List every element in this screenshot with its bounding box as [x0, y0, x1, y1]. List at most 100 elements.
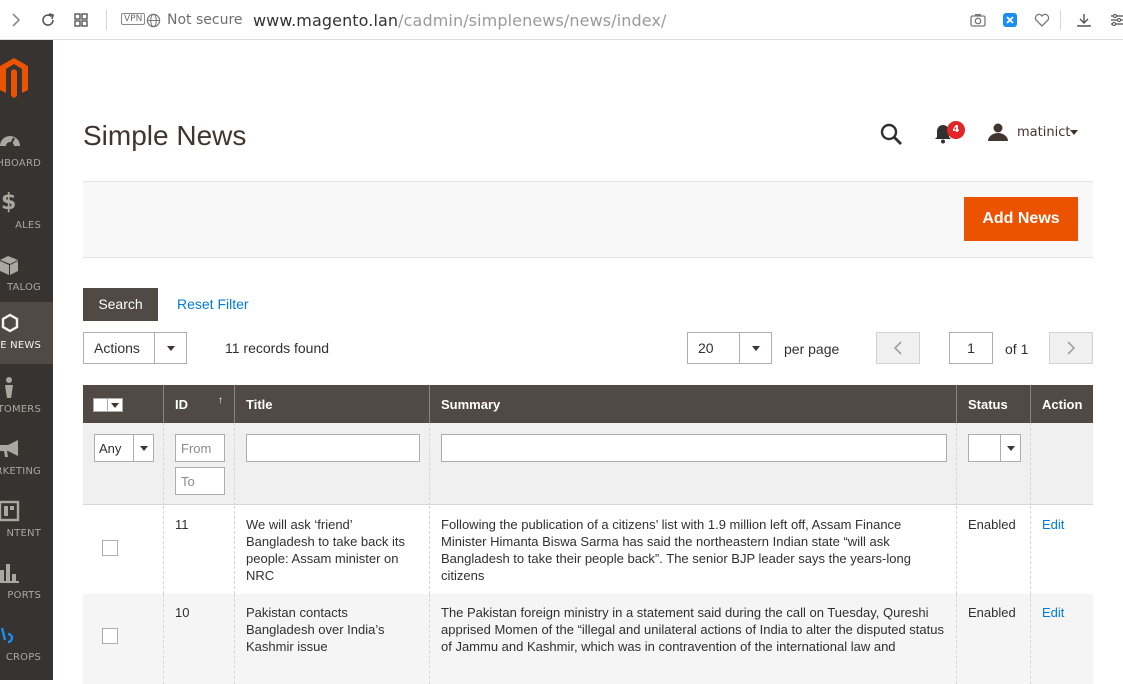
chevron-down-icon[interactable]	[1070, 130, 1078, 135]
column-mass-select[interactable]	[83, 385, 164, 423]
column-header-title[interactable]: Title	[235, 385, 430, 423]
status-cell: Enabled	[957, 594, 1031, 684]
user-menu[interactable]: matinict	[1017, 125, 1070, 140]
summary-cell: The Pakistan foreign ministry in a state…	[430, 594, 957, 684]
per-page-value: 20	[698, 340, 714, 356]
column-label: Title	[246, 397, 273, 412]
sidebar-item-marketing[interactable]: RKETING	[0, 428, 53, 490]
person-icon	[0, 376, 20, 398]
settings-sliders-icon[interactable]	[1110, 0, 1123, 40]
column-label: Summary	[441, 397, 501, 412]
sidebar-item-crops[interactable]: CROPS	[0, 614, 53, 676]
previous-page-button[interactable]	[876, 332, 920, 364]
page-number-input[interactable]: 1	[949, 332, 993, 364]
chevron-down-icon[interactable]	[154, 333, 186, 363]
add-news-button[interactable]: Add News	[964, 197, 1078, 241]
next-page-button[interactable]	[1049, 332, 1093, 364]
title-cell: Pakistan contacts Bangladesh over India’…	[235, 594, 430, 684]
dashboard-icon	[0, 130, 20, 152]
select-filter[interactable]: Any	[94, 434, 154, 462]
user-icon[interactable]	[988, 123, 1008, 141]
title-filter-input[interactable]	[246, 434, 420, 462]
mass-actions-label: Actions	[94, 340, 140, 356]
action-cell: Edit	[1031, 594, 1093, 684]
mass-select-dropdown[interactable]	[93, 398, 123, 412]
id-to-input[interactable]: To	[175, 467, 225, 495]
column-header-status[interactable]: Status	[957, 385, 1031, 423]
notification-count-badge[interactable]: 4	[947, 121, 965, 139]
sidebar-item-label: ALES	[15, 220, 41, 231]
download-icon[interactable]	[1076, 0, 1092, 40]
chevron-down-icon[interactable]	[1000, 435, 1020, 461]
box-icon	[0, 254, 20, 276]
forward-icon[interactable]	[10, 0, 22, 40]
status-cell: Enabled	[957, 506, 1031, 594]
sidebar-item-label: HBOARD	[0, 158, 41, 169]
sidebar-item-dashboard[interactable]: HBOARD	[0, 120, 53, 182]
magento-logo-icon[interactable]	[0, 56, 30, 100]
vpn-badge[interactable]: VPN	[121, 13, 146, 25]
sidebar-item-customers[interactable]: TOMERS	[0, 366, 53, 428]
table-row: 11 We will ask ‘friend’ Bangladesh to ta…	[83, 506, 1093, 594]
filter-cell	[1031, 423, 1093, 505]
search-button[interactable]: Search	[83, 288, 158, 321]
row-select-cell	[83, 594, 164, 684]
chevron-down-icon[interactable]	[133, 435, 153, 461]
page-actions-bar	[83, 181, 1093, 258]
row-checkbox[interactable]	[102, 628, 118, 644]
filter-cell	[430, 423, 957, 505]
shield-extension-icon[interactable]	[1003, 0, 1017, 40]
sidebar-item-content[interactable]: NTENT	[0, 490, 53, 552]
mass-actions-select[interactable]: Actions	[83, 332, 187, 364]
toolbar-divider	[1060, 10, 1061, 30]
column-label: Status	[968, 397, 1008, 412]
sidebar-item-label: TOMERS	[0, 404, 41, 415]
sidebar-item-label: CROPS	[5, 652, 41, 663]
search-icon[interactable]	[879, 122, 903, 146]
address-bar[interactable]: www.magento.lan/cadmin/simplenews/news/i…	[253, 0, 666, 40]
filter-cell	[957, 423, 1031, 505]
status-filter-select[interactable]	[968, 434, 1021, 462]
filter-cell: From To	[164, 423, 235, 505]
id-cell: 11	[164, 506, 235, 594]
sidebar-item-reports[interactable]: PORTS	[0, 552, 53, 614]
heart-icon[interactable]	[1034, 0, 1050, 40]
layout-icon	[0, 500, 20, 522]
records-count: 11 records found	[225, 340, 330, 356]
toolbar-divider	[106, 10, 107, 30]
summary-filter-input[interactable]	[441, 434, 947, 462]
reload-icon[interactable]	[40, 0, 56, 40]
reset-filter-link[interactable]: Reset Filter	[177, 296, 249, 312]
url-path: /cadmin/simplenews/news/index/	[398, 10, 667, 30]
sidebar-item-label: RKETING	[0, 466, 41, 477]
sidebar-item-catalog[interactable]: TALOG	[0, 244, 53, 306]
sidebar-item-label: TALOG	[6, 282, 41, 293]
column-header-id[interactable]: ID ↑	[164, 385, 235, 423]
globe-icon[interactable]	[146, 0, 161, 40]
sort-arrow-icon: ↑	[218, 395, 223, 406]
edit-link[interactable]: Edit	[1042, 517, 1064, 532]
id-from-input[interactable]: From	[175, 434, 225, 462]
browser-toolbar: VPN Not secure www.magento.lan/cadmin/si…	[0, 0, 1123, 40]
edit-link[interactable]: Edit	[1042, 605, 1064, 620]
url-host: www.magento.lan	[253, 10, 399, 30]
camera-icon[interactable]	[970, 0, 986, 40]
column-label: ID	[175, 397, 188, 412]
tabs-grid-icon[interactable]	[73, 0, 89, 40]
bar-chart-icon	[0, 562, 20, 584]
select-filter-value: Any	[99, 441, 122, 456]
id-cell: 10	[164, 594, 235, 684]
megaphone-icon	[0, 438, 20, 460]
page-title: Simple News	[83, 120, 247, 151]
sidebar-item-sales[interactable]: $ ALES	[0, 182, 53, 244]
sidebar-item-simple-news[interactable]: LE NEWS	[0, 302, 53, 364]
grid-header: ID ↑ Title Summary Status Action	[83, 385, 1093, 423]
dollar-icon: $	[1, 190, 17, 215]
column-header-summary[interactable]: Summary	[430, 385, 957, 423]
per-page-select[interactable]: 20	[687, 332, 772, 364]
security-status[interactable]: Not secure	[167, 0, 243, 40]
row-checkbox[interactable]	[102, 540, 118, 556]
title-cell: We will ask ‘friend’ Bangladesh to take …	[235, 506, 430, 594]
chevron-down-icon[interactable]	[739, 333, 771, 363]
sidebar-item-label: PORTS	[7, 590, 41, 601]
